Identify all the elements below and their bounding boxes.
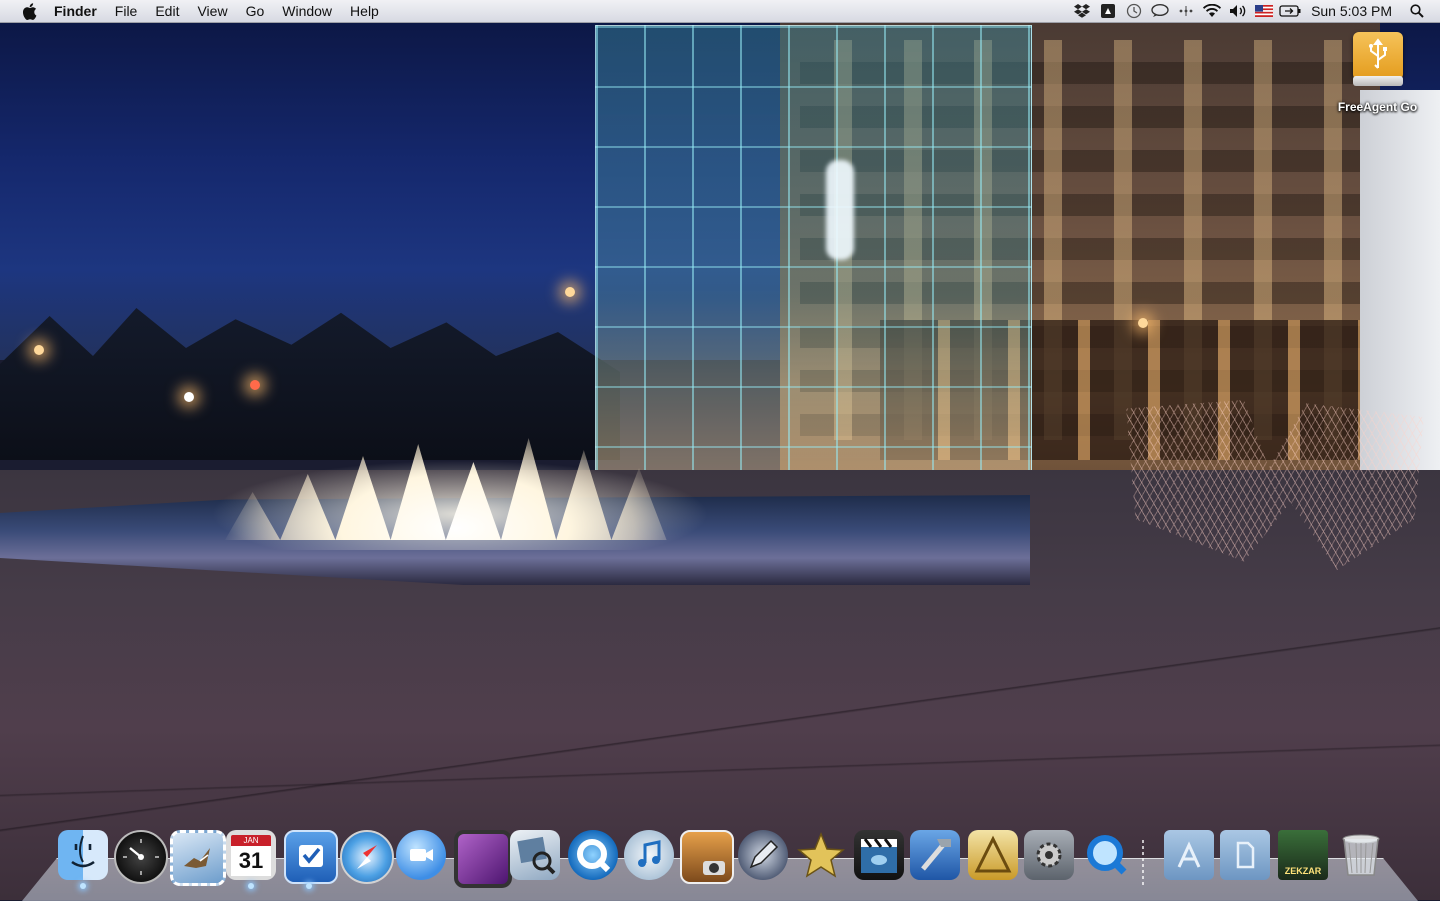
- dock-game[interactable]: ZEKZAR: [1278, 830, 1328, 880]
- menu-file[interactable]: File: [106, 0, 147, 22]
- chat-icon[interactable]: [1149, 0, 1171, 22]
- camera-icon: [682, 832, 732, 882]
- front-row-icon: [458, 834, 508, 884]
- menu-help[interactable]: Help: [341, 0, 388, 22]
- music-note-icon: [624, 830, 674, 880]
- dock-applications-stack[interactable]: [1164, 830, 1214, 880]
- dock-imovie[interactable]: [796, 830, 846, 880]
- wallpaper-street-light: [184, 392, 194, 402]
- wallpaper-street-light: [34, 345, 44, 355]
- gear-icon: [1024, 830, 1074, 880]
- wallpaper-street-light: [1138, 318, 1148, 328]
- dropbox-icon[interactable]: [1071, 0, 1093, 22]
- dock-front-row[interactable]: [454, 830, 512, 888]
- menu-go[interactable]: Go: [237, 0, 274, 22]
- menu-app-name[interactable]: Finder: [54, 0, 106, 22]
- clapper-icon: [854, 830, 904, 880]
- dock-finder[interactable]: [58, 830, 108, 880]
- compass-icon: [342, 832, 392, 882]
- dashboard-icon: [116, 832, 166, 882]
- game-title: ZEKZAR: [1284, 866, 1322, 876]
- star-icon: [796, 830, 846, 880]
- mail-icon: [173, 833, 223, 883]
- battery-icon[interactable]: [1279, 0, 1301, 22]
- dock-separator: [1142, 840, 1144, 886]
- dock-trash[interactable]: [1336, 830, 1386, 880]
- dock-system-preferences[interactable]: [1024, 830, 1074, 880]
- menu-bar: Finder File Edit View Go Window Help Sun…: [0, 0, 1440, 23]
- dock-dashboard[interactable]: [114, 830, 168, 884]
- hammer-icon: [910, 830, 960, 880]
- desktop-wallpaper: [0, 0, 1440, 900]
- desktop-icon-freeagent-go[interactable]: FreeAgent Go: [1325, 28, 1430, 114]
- dock-instruments[interactable]: [968, 830, 1018, 880]
- checkbox-icon: [286, 832, 336, 882]
- dock-final-cut[interactable]: [854, 830, 904, 880]
- wallpaper-street-light: [565, 287, 575, 297]
- dock-xcode[interactable]: [910, 830, 960, 880]
- video-chat-icon: [396, 830, 446, 880]
- apple-menu-icon[interactable]: [20, 0, 38, 22]
- ical-day: 31: [231, 846, 271, 876]
- trash-icon: [1336, 830, 1386, 880]
- wifi-icon[interactable]: [1201, 0, 1223, 22]
- box-icon[interactable]: [1097, 0, 1119, 22]
- wallpaper-glass-cube: [595, 25, 1032, 477]
- dock-safari[interactable]: [340, 830, 394, 884]
- menu-view[interactable]: View: [188, 0, 236, 22]
- menu-edit[interactable]: Edit: [146, 0, 188, 22]
- spotlight-icon[interactable]: [1406, 0, 1428, 22]
- dock: JAN 31 ZEKZAR: [52, 826, 1392, 890]
- things-running-indicator: [306, 883, 312, 889]
- ruler-icon: [968, 830, 1018, 880]
- dock-things[interactable]: [284, 830, 338, 884]
- ical-running-indicator: [248, 883, 254, 889]
- finder-icon: [58, 830, 108, 880]
- time-machine-icon[interactable]: [1123, 0, 1145, 22]
- quicktime-x-icon: [568, 830, 618, 880]
- wallpaper-apple-logo: [826, 160, 854, 260]
- dock-mail[interactable]: [170, 830, 226, 886]
- pen-icon: [738, 830, 788, 880]
- dock-documents-stack[interactable]: [1220, 830, 1270, 880]
- quicktime-icon: [1082, 830, 1132, 880]
- volume-icon[interactable]: [1227, 0, 1249, 22]
- dock-pixelmator[interactable]: [738, 830, 788, 880]
- dock-ichat[interactable]: [396, 830, 446, 880]
- us-flag-icon[interactable]: [1253, 0, 1275, 22]
- applications-folder-icon: [1164, 830, 1214, 880]
- bluetooth-icon[interactable]: [1175, 0, 1197, 22]
- dock-itunes[interactable]: [624, 830, 674, 880]
- menu-extras: Sun 5:03 PM: [1069, 0, 1440, 22]
- dock-iphoto[interactable]: [680, 830, 734, 884]
- wallpaper-street-light: [250, 380, 260, 390]
- dock-quicktime[interactable]: [1082, 830, 1132, 880]
- preview-icon: [510, 830, 560, 880]
- game-cover-icon: ZEKZAR: [1278, 830, 1328, 880]
- dock-ical[interactable]: JAN 31: [226, 830, 276, 880]
- dock-preview[interactable]: [510, 830, 560, 880]
- ical-month: JAN: [231, 835, 271, 846]
- usb-drive-icon: [1351, 28, 1405, 88]
- dock-quicktime-x[interactable]: [568, 830, 618, 880]
- desktop-icon-label: FreeAgent Go: [1337, 100, 1418, 114]
- menu-window[interactable]: Window: [273, 0, 341, 22]
- finder-running-indicator: [80, 883, 86, 889]
- documents-folder-icon: [1220, 830, 1270, 880]
- menubar-clock[interactable]: Sun 5:03 PM: [1303, 0, 1404, 22]
